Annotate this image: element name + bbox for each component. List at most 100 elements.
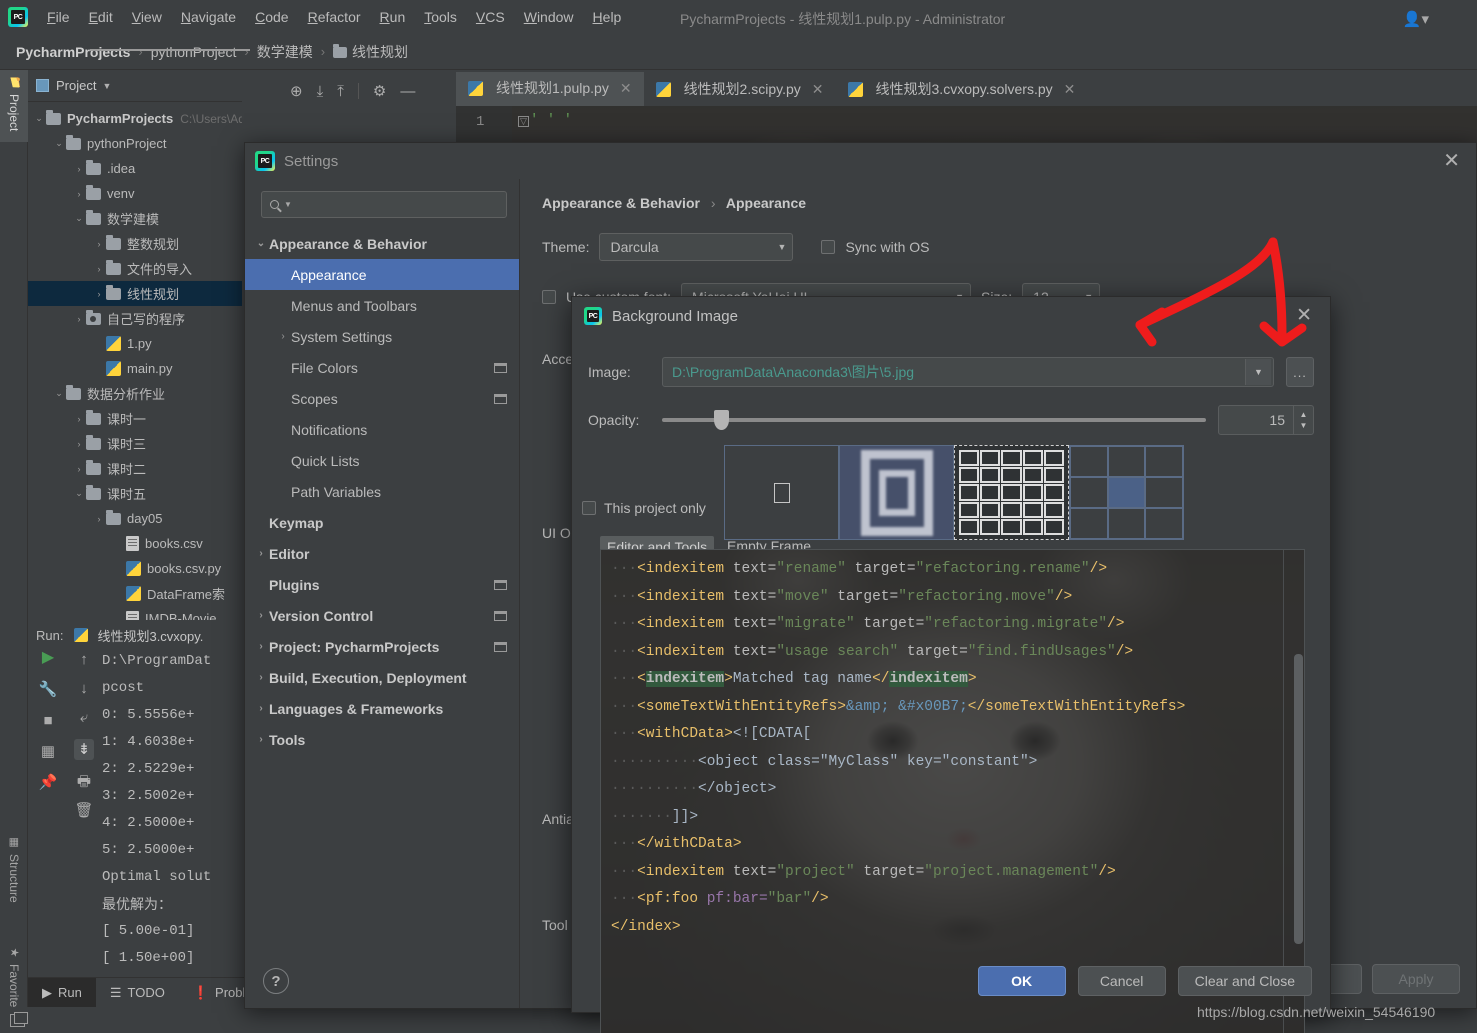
down-arrow-icon[interactable]: ↓ bbox=[80, 681, 88, 696]
menu-bar[interactable]: File Edit View Navigate Code Refactor Run Tools… bbox=[38, 5, 630, 29]
tree-node[interactable]: ⌄ pythonProject bbox=[28, 131, 242, 156]
breadcrumb-item-3[interactable]: 线性规划 bbox=[333, 42, 408, 62]
settings-item-system-settings[interactable]: › System Settings bbox=[245, 321, 519, 352]
chevron-down-icon[interactable]: ▼ bbox=[284, 200, 292, 209]
close-icon[interactable]: ✕ bbox=[620, 80, 632, 97]
tree-node[interactable]: › 课时三 bbox=[28, 431, 242, 456]
menu-item-help[interactable]: Help bbox=[584, 5, 631, 29]
settings-item-scopes[interactable]: Scopes bbox=[245, 383, 519, 414]
settings-item-version-control[interactable]: › Version Control bbox=[245, 600, 519, 631]
anchor-cell-3[interactable] bbox=[1070, 477, 1108, 508]
run-toolbar-left[interactable]: ▶ 🔧 ■ ▦ 📌 bbox=[30, 650, 66, 791]
help-icon[interactable]: ? bbox=[263, 968, 289, 994]
chevron-right-icon[interactable]: › bbox=[72, 314, 86, 324]
tree-node[interactable]: › 自己写的程序 bbox=[28, 306, 242, 331]
status-tab-run[interactable]: ▶ Run bbox=[28, 977, 96, 1008]
chevron-down-icon[interactable]: ⌄ bbox=[253, 238, 269, 249]
opacity-slider[interactable] bbox=[662, 410, 1206, 430]
opacity-slider-handle[interactable] bbox=[713, 410, 729, 430]
chevron-right-icon[interactable]: › bbox=[72, 189, 86, 199]
menu-item-code[interactable]: Code bbox=[246, 5, 297, 29]
chevron-right-icon[interactable]: › bbox=[253, 641, 269, 652]
settings-item-file-colors[interactable]: File Colors bbox=[245, 352, 519, 383]
chevron-right-icon[interactable]: › bbox=[72, 439, 86, 449]
chevron-down-icon[interactable]: ⌄ bbox=[72, 213, 86, 224]
chevron-right-icon[interactable]: › bbox=[72, 414, 86, 424]
background-dialog-close-icon[interactable]: ✕ bbox=[1296, 306, 1312, 325]
wrench-icon[interactable]: 🔧 bbox=[39, 682, 58, 697]
chevron-down-icon[interactable]: ⌄ bbox=[52, 138, 66, 149]
anchor-cell-5[interactable] bbox=[1145, 477, 1183, 508]
settings-item-languages-frameworks[interactable]: › Languages & Frameworks bbox=[245, 693, 519, 724]
soft-wrap-icon[interactable]: ⤶ bbox=[80, 710, 88, 725]
chevron-right-icon[interactable]: › bbox=[275, 331, 291, 342]
chevron-right-icon[interactable]: › bbox=[72, 164, 86, 174]
chevron-right-icon[interactable]: › bbox=[92, 264, 106, 274]
tree-node[interactable]: ⌄ PycharmProjects C:\Users\Administrator\P… bbox=[28, 106, 242, 131]
menu-item-navigate[interactable]: Navigate bbox=[172, 5, 245, 29]
settings-item-editor[interactable]: › Editor bbox=[245, 538, 519, 569]
chevron-right-icon[interactable]: › bbox=[92, 514, 106, 524]
theme-select[interactable]: Darcula ▼ bbox=[599, 233, 794, 261]
tree-node[interactable]: DataFrame索 bbox=[28, 581, 242, 606]
tree-node[interactable]: ⌄ 课时五 bbox=[28, 481, 242, 506]
editor-tab-bar[interactable]: 线性规划1.pulp.py ✕ 线性规划2.scipy.py ✕ 线性规划3.cvxop… bbox=[456, 72, 1087, 106]
use-custom-font-checkbox[interactable] bbox=[542, 290, 556, 304]
fill-option-scale[interactable] bbox=[839, 445, 954, 540]
browse-button[interactable]: ... bbox=[1286, 357, 1314, 387]
spinner-arrows[interactable]: ▲ ▼ bbox=[1293, 406, 1313, 434]
xml-preview-editor[interactable]: ···<indexitem text="rename" target="refa… bbox=[600, 549, 1305, 1033]
sidebar-item-structure[interactable]: ▦ Structure bbox=[0, 830, 28, 916]
editor-tab-0[interactable]: 线性规划1.pulp.py ✕ bbox=[456, 72, 644, 106]
layout-icon[interactable]: ▦ bbox=[41, 744, 55, 759]
breadcrumb-parent[interactable]: Appearance & Behavior bbox=[542, 195, 700, 211]
settings-item-tools[interactable]: › Tools bbox=[245, 724, 519, 755]
locate-icon[interactable]: ⊕ bbox=[290, 84, 303, 99]
tree-node[interactable]: IMDB-Movie bbox=[28, 606, 242, 620]
chevron-right-icon[interactable]: › bbox=[253, 548, 269, 559]
menu-item-run[interactable]: Run bbox=[371, 5, 415, 29]
windows-layout-icon[interactable] bbox=[10, 1011, 28, 1027]
menu-item-file[interactable]: File bbox=[38, 5, 79, 29]
chevron-right-icon[interactable]: › bbox=[253, 734, 269, 745]
this-project-only-checkbox[interactable] bbox=[582, 501, 596, 515]
fill-option-anchor-grid[interactable] bbox=[1069, 445, 1184, 540]
tree-node[interactable]: › 文件的导入 bbox=[28, 256, 242, 281]
tree-node[interactable]: ⌄ 数据分析作业 bbox=[28, 381, 242, 406]
trash-icon[interactable]: 🗑 bbox=[74, 803, 93, 818]
tree-node[interactable]: › 线性规划 bbox=[28, 281, 242, 306]
chevron-down-icon[interactable]: ⌄ bbox=[52, 388, 66, 399]
anchor-cell-8[interactable] bbox=[1145, 508, 1183, 539]
user-account-icon[interactable]: 👤▾ bbox=[1403, 10, 1429, 28]
anchor-cell-2[interactable] bbox=[1145, 446, 1183, 477]
fill-preview-group[interactable] bbox=[724, 445, 1184, 540]
chevron-right-icon[interactable]: › bbox=[253, 672, 269, 683]
editor-tab-2[interactable]: 线性规划3.cvxopy.solvers.py ✕ bbox=[836, 72, 1088, 106]
close-icon[interactable]: ✕ bbox=[1064, 81, 1076, 98]
tree-node[interactable]: › venv bbox=[28, 181, 242, 206]
settings-item-project-pycharmprojects[interactable]: › Project: PycharmProjects bbox=[245, 631, 519, 662]
settings-item-appearance[interactable]: Appearance bbox=[245, 259, 519, 290]
ok-button[interactable]: OK bbox=[977, 966, 1066, 996]
menu-item-vcs[interactable]: VCS bbox=[467, 5, 514, 29]
chevron-down-icon[interactable]: ⌄ bbox=[72, 488, 86, 499]
chevron-right-icon[interactable]: › bbox=[92, 239, 106, 249]
project-panel-header[interactable]: Project ▼ bbox=[28, 70, 242, 102]
this-project-only-row[interactable]: This project only bbox=[582, 500, 706, 516]
pin-icon[interactable]: 📌 bbox=[39, 775, 58, 790]
project-tree[interactable]: ⌄ PycharmProjects C:\Users\Administrator\P… bbox=[28, 102, 242, 620]
breadcrumb[interactable]: PycharmProjects › pythonProject › 数学建模 › 线性规划 bbox=[0, 34, 1477, 70]
status-tab-todo[interactable]: ☰ TODO bbox=[96, 978, 179, 1008]
tree-node[interactable]: books.csv.py bbox=[28, 556, 242, 581]
minimize-icon[interactable]: — bbox=[400, 84, 415, 99]
tree-node[interactable]: › .idea bbox=[28, 156, 242, 181]
tree-node[interactable]: books.csv bbox=[28, 531, 242, 556]
menu-item-tools[interactable]: Tools bbox=[415, 5, 466, 29]
anchor-cell-0[interactable] bbox=[1070, 446, 1108, 477]
opacity-spinner[interactable]: 15 ▲ ▼ bbox=[1218, 405, 1314, 435]
chevron-right-icon[interactable]: › bbox=[92, 289, 106, 299]
chevron-down-icon[interactable]: ▼ bbox=[102, 81, 111, 91]
anchor-cell-4[interactable] bbox=[1107, 477, 1146, 508]
clear-and-close-button[interactable]: Clear and Close bbox=[1177, 966, 1312, 996]
apply-button[interactable]: Apply bbox=[1372, 964, 1460, 994]
